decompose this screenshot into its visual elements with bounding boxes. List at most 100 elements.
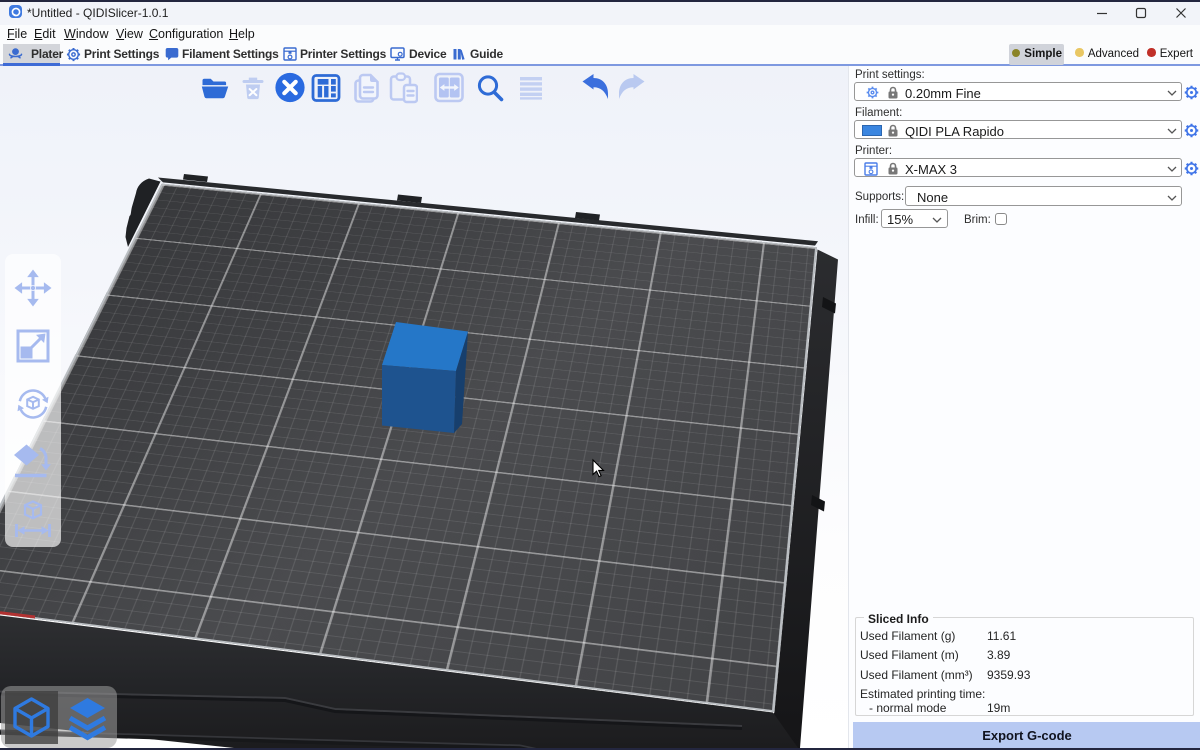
paste-button[interactable] — [386, 72, 418, 104]
preview-view-button[interactable] — [61, 691, 114, 744]
plater-icon — [8, 47, 23, 61]
printer-label: Printer: — [855, 145, 892, 157]
supports-combo[interactable]: None — [905, 186, 1182, 206]
guide-icon — [452, 47, 466, 61]
move-icon — [13, 268, 53, 308]
advanced-mode-dot — [1075, 48, 1084, 57]
rotate-tool-button[interactable] — [13, 384, 53, 424]
delete-button[interactable] — [237, 72, 269, 104]
search-icon — [474, 72, 506, 104]
measure-tool-button[interactable] — [13, 500, 53, 540]
filament-gear-button[interactable] — [1184, 123, 1199, 138]
view-mode-toggle — [1, 686, 117, 748]
expert-mode-dot — [1147, 48, 1156, 57]
print-settings-combo[interactable]: 0.20mm Fine — [854, 82, 1182, 101]
lock-icon — [887, 86, 899, 99]
side-panel: Print settings: 0.20mm Fine Filament: QI… — [848, 66, 1200, 748]
delete-all-icon — [274, 72, 306, 104]
menu-edit[interactable]: Edit — [34, 27, 56, 41]
filament-settings-icon — [165, 47, 179, 61]
scale-icon — [13, 326, 53, 366]
place-on-face-icon — [13, 442, 53, 482]
arrange-button[interactable] — [310, 72, 342, 104]
sliced-info-title: Sliced Info — [864, 612, 933, 626]
preview-layers-icon — [61, 691, 114, 744]
printer-settings-icon — [283, 47, 297, 61]
maximize-icon — [1135, 7, 1147, 19]
menu-view[interactable]: View — [116, 27, 143, 41]
infill-label: Infill: — [855, 214, 879, 226]
printer-gear-button[interactable] — [1184, 161, 1199, 176]
brim-checkbox[interactable] — [995, 213, 1007, 225]
brim-label: Brim: — [964, 214, 991, 226]
menu-file[interactable]: File — [7, 27, 27, 41]
mode-expert[interactable]: Expert — [1147, 45, 1193, 64]
supports-label: Supports: — [855, 191, 904, 203]
bed-top-rim — [158, 178, 818, 246]
sliced-info-group: Sliced Info Used Filament (g) 11.61 Used… — [855, 617, 1194, 716]
lock-icon — [887, 124, 899, 137]
editor-view-button[interactable] — [5, 691, 58, 744]
print-settings-label: Print settings: — [855, 69, 925, 81]
filament-label: Filament: — [855, 107, 902, 119]
printer-preset-value: X-MAX 3 — [905, 162, 957, 177]
bed-side-right — [757, 250, 838, 749]
paste-icon — [386, 72, 418, 104]
bed-front-skirt — [0, 616, 798, 749]
menu-help[interactable]: Help — [229, 27, 255, 41]
title-bar: *Untitled - QIDISlicer-1.0.1 — [0, 2, 1200, 25]
minimize-button[interactable] — [1082, 2, 1122, 25]
filament-preset-value: QIDI PLA Rapido — [905, 124, 1004, 139]
layers-button[interactable] — [515, 72, 547, 104]
printer-combo[interactable]: X-MAX 3 — [854, 158, 1182, 177]
mouse-cursor — [593, 460, 603, 477]
maximize-button[interactable] — [1121, 2, 1161, 25]
close-button[interactable] — [1161, 2, 1200, 25]
app-logo-icon — [9, 5, 22, 18]
copy-icon — [351, 72, 383, 104]
plater-toolbar — [0, 72, 848, 104]
copy-button[interactable] — [351, 72, 383, 104]
mode-simple[interactable]: Simple — [1009, 44, 1064, 65]
model-cube[interactable] — [382, 322, 468, 433]
menu-window[interactable]: Window — [64, 27, 108, 41]
3d-viewport[interactable] — [0, 66, 848, 748]
delete-all-button[interactable] — [274, 72, 306, 104]
cube-front-face — [382, 365, 456, 433]
print-preset-gear-icon — [866, 86, 879, 99]
lock-icon — [887, 162, 899, 175]
search-button[interactable] — [474, 72, 506, 104]
measure-icon — [13, 500, 53, 540]
tab-plater[interactable]: Plater — [8, 44, 58, 64]
3d-editor-view-icon — [5, 691, 58, 744]
redo-button[interactable] — [615, 72, 647, 104]
flatten-tool-button[interactable] — [13, 442, 53, 482]
print-preset-value: 0.20mm Fine — [905, 86, 981, 101]
open-button[interactable] — [199, 72, 231, 104]
filament-combo[interactable]: QIDI PLA Rapido — [854, 120, 1182, 139]
split-button[interactable] — [433, 72, 465, 104]
tab-bar: Plater Print Settings Filament Settings … — [0, 44, 1200, 66]
undo-button[interactable] — [579, 72, 611, 104]
tab-print-settings[interactable]: Print Settings — [66, 44, 159, 64]
tab-device[interactable]: Device — [390, 44, 444, 64]
infill-combo[interactable]: 15% — [881, 209, 948, 228]
gizmo-toolbar — [5, 254, 61, 547]
device-icon — [390, 47, 405, 61]
redo-icon — [615, 72, 648, 104]
tab-printer-settings[interactable]: Printer Settings — [283, 44, 391, 64]
delete-icon — [237, 72, 269, 104]
export-gcode-button[interactable]: Export G-code — [853, 722, 1200, 748]
menu-configuration[interactable]: Configuration — [149, 27, 223, 41]
window-title: *Untitled - QIDISlicer-1.0.1 — [27, 6, 168, 20]
mode-advanced[interactable]: Advanced — [1075, 45, 1139, 64]
scale-tool-button[interactable] — [13, 326, 53, 366]
tab-filament-settings[interactable]: Filament Settings — [165, 44, 277, 64]
print-settings-gear-button[interactable] — [1184, 85, 1199, 100]
chevron-down-icon — [1167, 193, 1177, 203]
tab-guide[interactable]: Guide — [452, 44, 502, 64]
arrange-icon — [310, 72, 342, 104]
move-tool-button[interactable] — [13, 268, 53, 308]
undo-icon — [579, 72, 612, 104]
chevron-down-icon — [932, 215, 942, 225]
